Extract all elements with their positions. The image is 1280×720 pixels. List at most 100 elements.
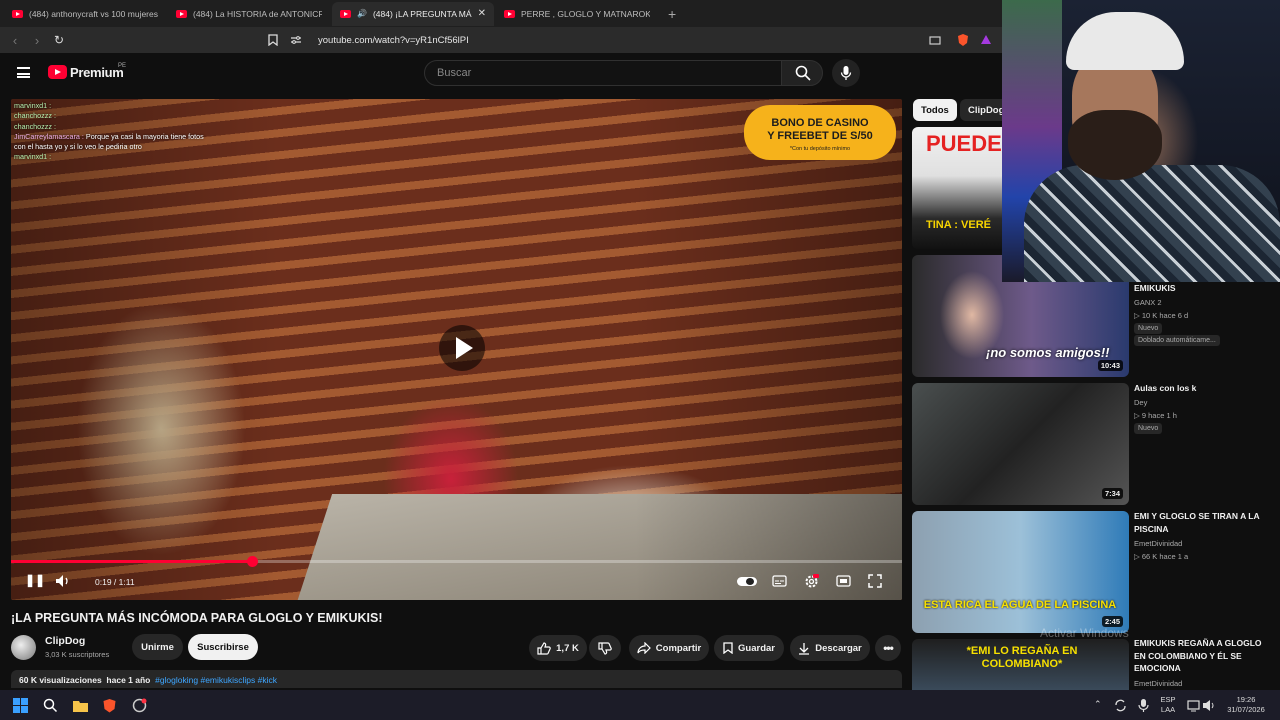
more-actions-button[interactable]: ••• [875, 635, 901, 661]
save-button[interactable]: Guardar [714, 635, 784, 661]
cast-icon[interactable] [928, 33, 942, 47]
webcam-beard [1068, 110, 1162, 180]
related-video-title[interactable]: Aulas con los k [1134, 382, 1264, 395]
more-icon: ••• [883, 641, 894, 655]
youtube-header: Premium PE Buscar [0, 53, 1002, 95]
volume-icon[interactable] [55, 574, 71, 588]
chat-line: marvinxd1 : [14, 152, 52, 162]
chat-line: JimCarreylamascara : Porque ya casi la m… [14, 131, 204, 152]
chat-line: chanchozzz : [14, 121, 56, 131]
brave-shield-icon[interactable] [956, 33, 970, 47]
hashtags[interactable]: #glogloking #emikukisclips #kick [155, 675, 277, 685]
bookmark-icon[interactable] [268, 34, 278, 46]
clock[interactable]: 19:26 31/07/2026 [1220, 695, 1272, 715]
download-icon [799, 642, 810, 655]
search-icon[interactable] [43, 698, 58, 713]
chat-line: chanchozzz : [14, 111, 56, 121]
browser-tab-strip: (484) anthonycraft vs 100 mujeres - Y (4… [0, 0, 1002, 27]
browser-tab[interactable]: (484) anthonycraft vs 100 mujeres - Y [4, 2, 166, 26]
related-video-channel[interactable]: GANX 2 [1134, 296, 1162, 309]
bookmark-icon [723, 642, 733, 654]
search-input[interactable]: Buscar [424, 60, 782, 86]
volume-icon[interactable] [1202, 698, 1217, 713]
brave-browser-icon[interactable] [102, 698, 117, 713]
download-button[interactable]: Descargar [790, 635, 870, 661]
pause-icon[interactable]: ❚❚ [25, 573, 45, 587]
browser-toolbar: ‹ › ↻ youtube.com/watch?v=yR1nCf56lPI [0, 27, 1002, 53]
related-video-channel[interactable]: Dey [1134, 396, 1147, 409]
share-icon [637, 642, 651, 654]
show-hidden-icons[interactable]: ⌃ [1094, 699, 1102, 709]
youtube-logo-icon[interactable] [48, 65, 67, 79]
search-icon [795, 65, 811, 81]
related-video-stats: ▷ 9 hace 1 h [1134, 411, 1177, 420]
chip-todos[interactable]: Todos [913, 99, 957, 121]
microphone-icon[interactable] [1136, 698, 1151, 713]
new-tab-button[interactable]: + [660, 6, 684, 22]
theater-mode-icon[interactable] [836, 575, 851, 587]
video-title: ¡LA PREGUNTA MÁS INCÓMODA PARA GLOGLO Y … [11, 611, 383, 625]
share-button[interactable]: Compartir [629, 635, 709, 661]
related-video-title[interactable]: EMIKUKIS REGAÑA A GLOGLO EN COLOMBIANO Y… [1134, 637, 1264, 675]
country-code: PE [118, 63, 127, 69]
description-box[interactable]: 60 K visualizaciones hace 1 año #gloglok… [11, 670, 902, 688]
url-field[interactable]: youtube.com/watch?v=yR1nCf56lPI [318, 35, 469, 46]
dislike-button[interactable] [589, 635, 621, 661]
youtube-favicon-icon [340, 9, 351, 18]
related-video-thumbnail[interactable]: 7:34 [912, 383, 1129, 505]
browser-tab-active[interactable]: 🔊(484) ¡LA PREGUNTA MÁS IN✕ [332, 1, 494, 26]
channel-name[interactable]: ClipDog [45, 635, 85, 647]
network-icon[interactable] [1186, 698, 1201, 713]
thumbs-down-icon [598, 641, 612, 655]
casino-promo-overlay: BONO DE CASINO Y FREEBET DE S/50 *Con tu… [744, 105, 896, 160]
like-button[interactable]: 1,7 K [529, 635, 587, 661]
site-settings-icon[interactable] [290, 35, 302, 45]
related-video-channel[interactable]: EmetDivinidad [1134, 677, 1182, 690]
subtitles-icon[interactable] [772, 575, 787, 587]
related-video-channel[interactable]: EmetDivinidad [1134, 537, 1182, 550]
autoplay-toggle[interactable] [737, 577, 757, 586]
app-icon[interactable] [132, 698, 147, 713]
browser-tab[interactable]: PERRE , GLOGLO Y MATNAROK ESTR [496, 2, 658, 26]
reload-icon[interactable]: ↻ [52, 33, 66, 47]
file-explorer-icon[interactable] [73, 698, 88, 713]
windows-start-icon[interactable] [13, 698, 28, 713]
related-video-thumbnail[interactable]: ESTA RICA EL AGUA DE LA PISCINA 2:45 [912, 511, 1129, 633]
subscribe-button[interactable]: Suscribirse [188, 634, 258, 660]
play-button-overlay[interactable] [439, 325, 485, 371]
menu-icon[interactable] [17, 67, 30, 78]
progress-scrubber[interactable] [246, 556, 258, 567]
new-badge: Nuevo [1134, 323, 1163, 334]
related-video-thumbnail[interactable]: *EMI LO REGAÑA EN COLOMBIANO* [912, 639, 1129, 690]
related-video-title[interactable]: EMI Y GLOGLO SE TIRAN A LA PISCINA [1134, 510, 1264, 535]
webcam-shirt [1024, 165, 1280, 282]
webcam-overlay [1002, 0, 1280, 282]
browser-tab[interactable]: (484) La HISTORIA de ANTONICRA (e [168, 2, 330, 26]
related-video-title[interactable]: EMIKUKIS [1134, 282, 1264, 295]
progress-bar[interactable] [11, 556, 902, 567]
windows-activation-watermark: Activar Windows [1040, 626, 1129, 640]
video-player[interactable]: marvinxd1 : chanchozzz : chanchozzz : Ji… [11, 99, 902, 600]
video-duration: 10:43 [1097, 360, 1123, 371]
thumbs-up-icon [537, 641, 551, 655]
new-badge: Nuevo [1134, 423, 1163, 434]
chat-overlay: marvinxd1 : chanchozzz : chanchozzz : Ji… [14, 101, 204, 163]
microphone-icon [840, 66, 852, 80]
forward-icon[interactable]: › [30, 33, 44, 48]
join-button[interactable]: Unirme [132, 634, 183, 660]
channel-avatar[interactable] [11, 635, 36, 660]
time-display: 0:19 / 1:11 [95, 577, 135, 587]
youtube-favicon-icon [12, 9, 23, 18]
back-icon[interactable]: ‹ [8, 33, 22, 48]
brave-rewards-icon[interactable] [979, 33, 993, 47]
brand-label[interactable]: Premium [70, 65, 124, 80]
close-tab-icon[interactable]: ✕ [478, 8, 486, 19]
progress-fill [11, 560, 252, 563]
related-video-stats: ▷ 66 K hace 1 a [1134, 552, 1189, 561]
voice-search-button[interactable] [832, 59, 860, 87]
search-button[interactable] [781, 60, 823, 86]
fullscreen-icon[interactable] [868, 574, 882, 588]
language-indicator[interactable]: ESP LAA [1158, 695, 1178, 715]
settings-gear-icon[interactable] [804, 574, 819, 589]
sync-icon[interactable] [1113, 698, 1128, 713]
